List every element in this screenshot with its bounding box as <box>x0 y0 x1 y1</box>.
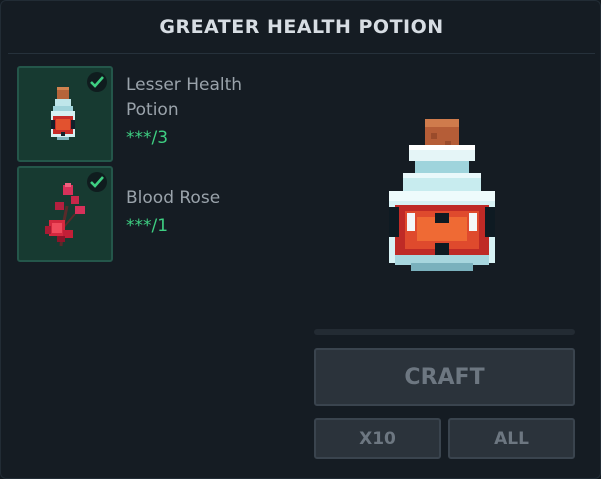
craft-progress-bar <box>314 329 575 335</box>
ingredient-count: ***/3 <box>126 128 169 148</box>
crafting-panel: GREATER HEALTH POTION Lesser Health Poti… <box>0 0 601 479</box>
recipe-header: GREATER HEALTH POTION <box>8 1 595 54</box>
ingredient-row: Lesser Health Potion ***/3 <box>17 66 297 162</box>
ingredient-count: ***/1 <box>126 216 169 236</box>
ingredient-name: Blood Rose <box>126 188 221 208</box>
ingredient-slot[interactable] <box>17 66 113 162</box>
ingredient-name: Lesser Health Potion <box>126 75 243 120</box>
craft-all-button[interactable]: ALL <box>448 418 575 459</box>
ingredient-row: Blood Rose ***/1 <box>17 166 297 262</box>
craft-x10-button[interactable]: X10 <box>314 418 441 459</box>
owned-check-icon <box>87 172 107 192</box>
craft-button[interactable]: CRAFT <box>314 348 575 406</box>
recipe-title: GREATER HEALTH POTION <box>159 16 444 38</box>
greater-health-potion-icon <box>389 119 495 271</box>
ingredient-slot[interactable] <box>17 166 113 262</box>
owned-check-icon <box>87 72 107 92</box>
